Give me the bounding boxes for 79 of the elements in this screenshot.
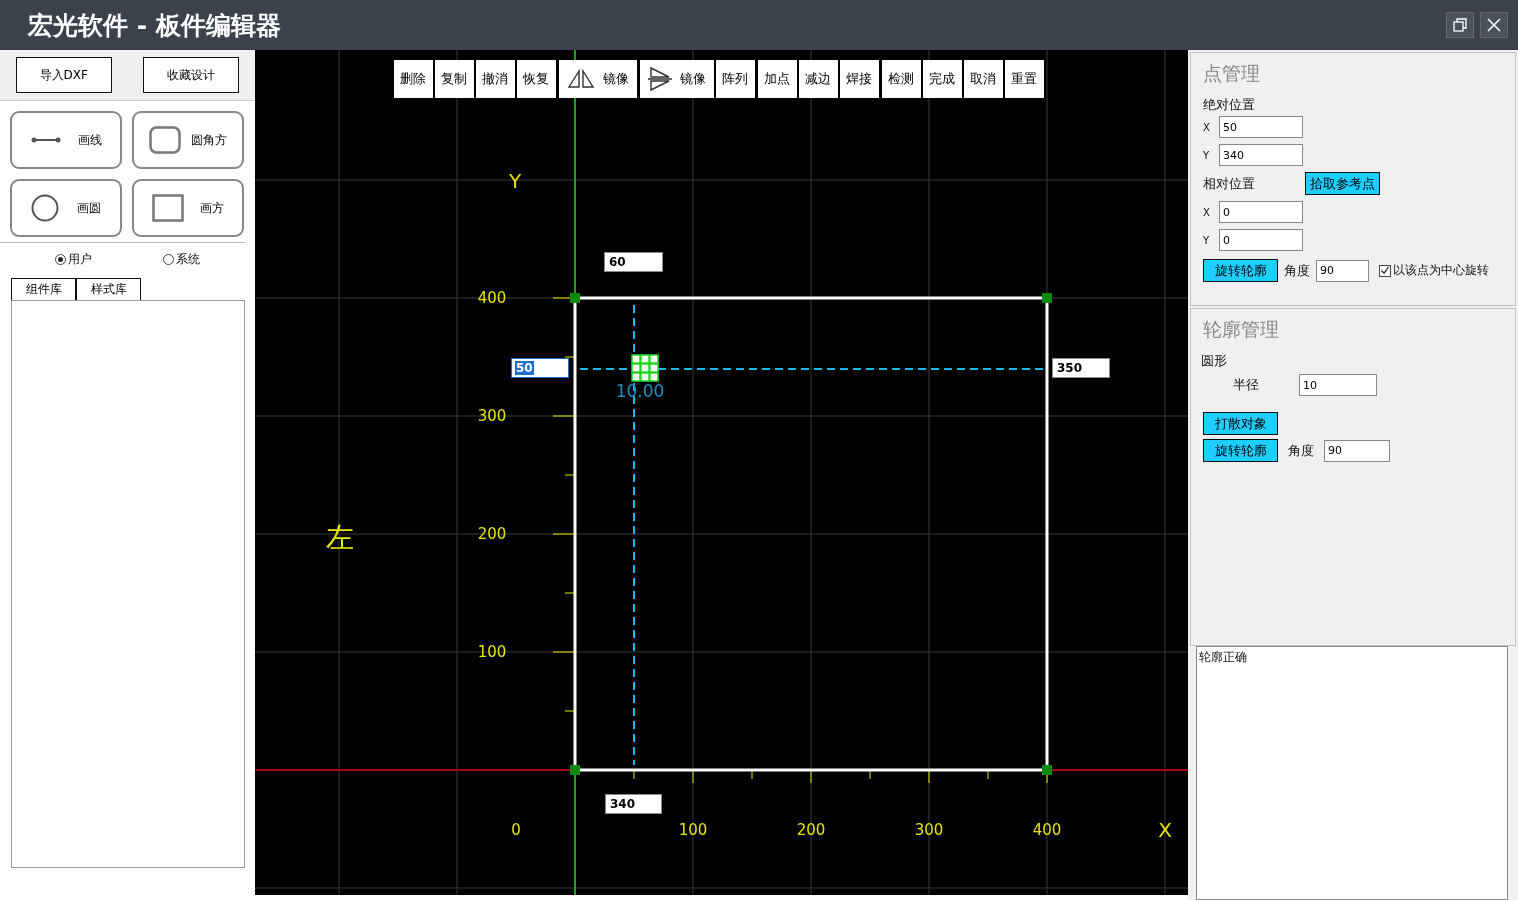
close-icon	[1486, 17, 1502, 33]
restore-icon	[1452, 17, 1468, 33]
shape-tool-button[interactable]: 画方	[132, 179, 244, 237]
square-icon	[152, 194, 184, 222]
toolbar-button[interactable]: 删除	[394, 60, 433, 98]
input-field[interactable]: 0	[1219, 229, 1303, 251]
window-title: 宏光软件 - 板件编辑器	[28, 9, 281, 42]
shape-tool-button[interactable]: 画圆	[10, 179, 122, 237]
status-message: 轮廓正确	[1199, 650, 1247, 664]
axis-label: 200	[796, 821, 826, 839]
dimension-field[interactable]: 50	[511, 358, 569, 378]
input-field[interactable]: 50	[1219, 116, 1303, 138]
close-button[interactable]	[1480, 12, 1508, 38]
toolbar-button[interactable]: 阵列	[716, 60, 755, 98]
axis-label: 100	[678, 821, 708, 839]
mirror-horizontal-icon	[648, 66, 672, 92]
toolbar-button[interactable]: 检测	[882, 60, 921, 98]
toolbar-button[interactable]: 镜像	[640, 60, 714, 98]
field-label: Y	[1203, 234, 1211, 246]
radius-label: 10.00	[615, 381, 665, 401]
panel-title: 点管理	[1203, 61, 1261, 86]
input-field[interactable]: 340	[1219, 144, 1303, 166]
shape-tool-button[interactable]: 画线	[10, 111, 122, 169]
action-button[interactable]: 收藏设计	[143, 57, 240, 93]
explode-button[interactable]: 打散对象	[1203, 412, 1278, 435]
toolbar-button[interactable]: 撤消	[476, 60, 515, 98]
restore-button[interactable]	[1446, 12, 1474, 38]
axis-label: 400	[477, 289, 507, 307]
input-field[interactable]: 10	[1299, 374, 1377, 396]
dimension-field[interactable]: 60	[604, 252, 663, 272]
field-label: X	[1203, 206, 1211, 218]
y-axis-title: Y	[508, 169, 522, 193]
field-label: Y	[1203, 149, 1211, 161]
input-field[interactable]: 90	[1316, 259, 1369, 282]
section-label: 相对位置	[1203, 174, 1255, 193]
axis-label: 100	[477, 643, 507, 661]
axis-label: 0	[511, 821, 521, 839]
axis-label: 400	[1032, 821, 1062, 839]
field-label: 角度	[1288, 441, 1314, 460]
field-label: X	[1203, 121, 1211, 133]
toolbar-button[interactable]: 焊接	[840, 60, 879, 98]
rotate-button[interactable]: 旋转轮廓	[1203, 439, 1278, 462]
x-axis-title: X	[1158, 818, 1172, 842]
action-button[interactable]: 导入DXF	[15, 57, 112, 93]
toolbar-button[interactable]: 恢复	[517, 60, 556, 98]
section-label: 绝对位置	[1203, 96, 1256, 114]
shape-tool-button[interactable]: 圆角方	[132, 111, 244, 169]
side-label: 左	[326, 521, 354, 554]
input-field[interactable]: 0	[1219, 201, 1303, 223]
toolbar-button[interactable]: 减边	[799, 60, 838, 98]
line-icon	[30, 135, 61, 145]
toolbar-button[interactable]: 复制	[435, 60, 474, 98]
field-label: 半径	[1233, 376, 1259, 394]
rotate-button[interactable]: 旋转轮廓	[1203, 259, 1278, 282]
rounded-square-icon	[149, 126, 181, 154]
center-rotate-checkbox[interactable]: 以该点为中心旋转	[1379, 262, 1489, 279]
toolbar-button[interactable]: 镜像	[559, 60, 637, 98]
input-field[interactable]: 90	[1324, 439, 1390, 462]
axis-label: 300	[914, 821, 944, 839]
radio-option[interactable]: 系统	[162, 251, 200, 268]
toolbar-button[interactable]: 取消	[964, 60, 1003, 98]
mirror-vertical-icon	[567, 69, 595, 89]
checkbox-icon[interactable]	[1379, 264, 1391, 277]
field-label: 角度	[1284, 261, 1310, 280]
library-tab[interactable]: 样式库	[76, 278, 141, 300]
circle-grip-drawing	[631, 354, 659, 382]
dimension-field[interactable]: 340	[605, 794, 662, 814]
panel-title: 轮廓管理	[1203, 317, 1280, 342]
axis-label: 300	[477, 407, 507, 425]
axis-label: 200	[477, 525, 507, 543]
toolbar-button[interactable]: 重置	[1005, 60, 1044, 98]
toolbar-button[interactable]: 加点	[758, 60, 797, 98]
dimension-field[interactable]: 350	[1052, 358, 1110, 378]
circle-icon	[31, 194, 59, 222]
radio-option[interactable]: 用户	[55, 251, 93, 268]
pick-point-button[interactable]: 拾取参考点	[1305, 172, 1380, 195]
shape-type-label: 圆形	[1201, 352, 1228, 370]
toolbar-button[interactable]: 完成	[923, 60, 962, 98]
library-tab[interactable]: 组件库	[11, 278, 76, 300]
